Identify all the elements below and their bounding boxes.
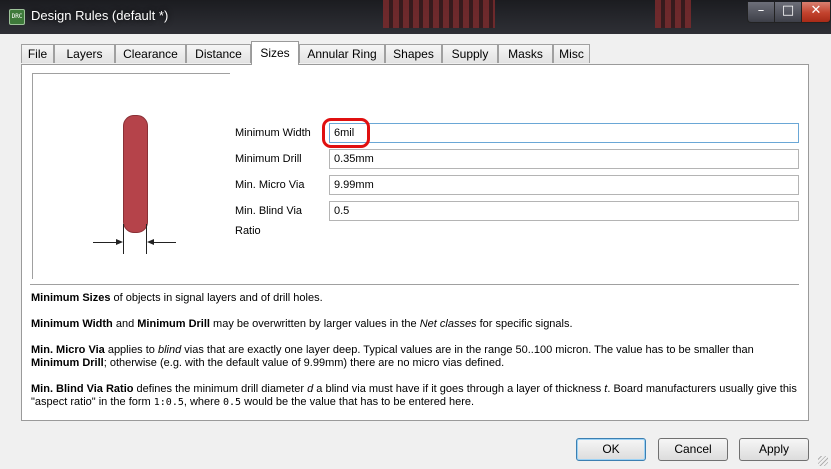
tab-misc[interactable]: Misc — [553, 44, 590, 63]
dimension-line — [154, 242, 176, 243]
maximize-button[interactable]: □ — [774, 2, 802, 23]
ok-button[interactable]: OK — [576, 438, 646, 461]
apply-button[interactable]: Apply — [739, 438, 809, 461]
tab-file[interactable]: File — [21, 44, 54, 63]
dimension-arrow — [147, 239, 154, 245]
tab-sizes[interactable]: Sizes — [251, 41, 299, 65]
window-title: Design Rules (default *) — [31, 8, 169, 23]
close-button[interactable]: ✕ — [801, 2, 831, 23]
dimension-line — [93, 242, 116, 243]
minimize-button[interactable]: – — [747, 2, 775, 23]
help-paragraph: Min. Micro Via applies to blind vias tha… — [31, 344, 754, 369]
tab-masks[interactable]: Masks — [498, 44, 553, 63]
track-preview — [123, 115, 148, 233]
size-illustration — [32, 73, 230, 279]
min-blind-via-ratio-label: Min. Blind Via Ratio — [235, 205, 303, 237]
minimum-drill-label: Minimum Drill — [235, 153, 302, 165]
help-paragraph: Min. Blind Via Ratio defines the minimum… — [31, 383, 797, 408]
titlebar-decoration — [655, 0, 691, 28]
dimension-line — [123, 224, 124, 254]
cancel-button[interactable]: Cancel — [658, 438, 728, 461]
divider — [30, 284, 799, 285]
resize-grip[interactable] — [818, 456, 828, 466]
min-micro-via-label: Min. Micro Via — [235, 179, 305, 191]
tab-layers[interactable]: Layers — [54, 44, 115, 63]
minimum-width-label: Minimum Width — [235, 127, 311, 139]
dimension-arrow — [116, 239, 123, 245]
minimum-width-field[interactable]: 6mil — [329, 123, 799, 143]
tab-annular-ring[interactable]: Annular Ring — [299, 44, 385, 63]
title-bar[interactable]: DRC Design Rules (default *) – □ ✕ — [0, 0, 831, 35]
min-micro-via-field[interactable]: 9.99mm — [329, 175, 799, 195]
tab-clearance[interactable]: Clearance — [115, 44, 186, 63]
help-paragraph: Minimum Width and Minimum Drill may be o… — [31, 318, 573, 330]
sizes-panel: Minimum Width 6mil Minimum Drill 0.35mm … — [21, 64, 809, 421]
tab-shapes[interactable]: Shapes — [385, 44, 442, 63]
tab-distance[interactable]: Distance — [186, 44, 251, 63]
app-icon: DRC — [9, 9, 25, 25]
titlebar-decoration — [383, 0, 495, 28]
help-paragraph: Minimum Sizes of objects in signal layer… — [31, 292, 323, 304]
minimum-drill-field[interactable]: 0.35mm — [329, 149, 799, 169]
min-blind-via-ratio-field[interactable]: 0.5 — [329, 201, 799, 221]
tab-supply[interactable]: Supply — [442, 44, 498, 63]
dialog-body: File Layers Clearance Distance Sizes Ann… — [0, 34, 831, 469]
